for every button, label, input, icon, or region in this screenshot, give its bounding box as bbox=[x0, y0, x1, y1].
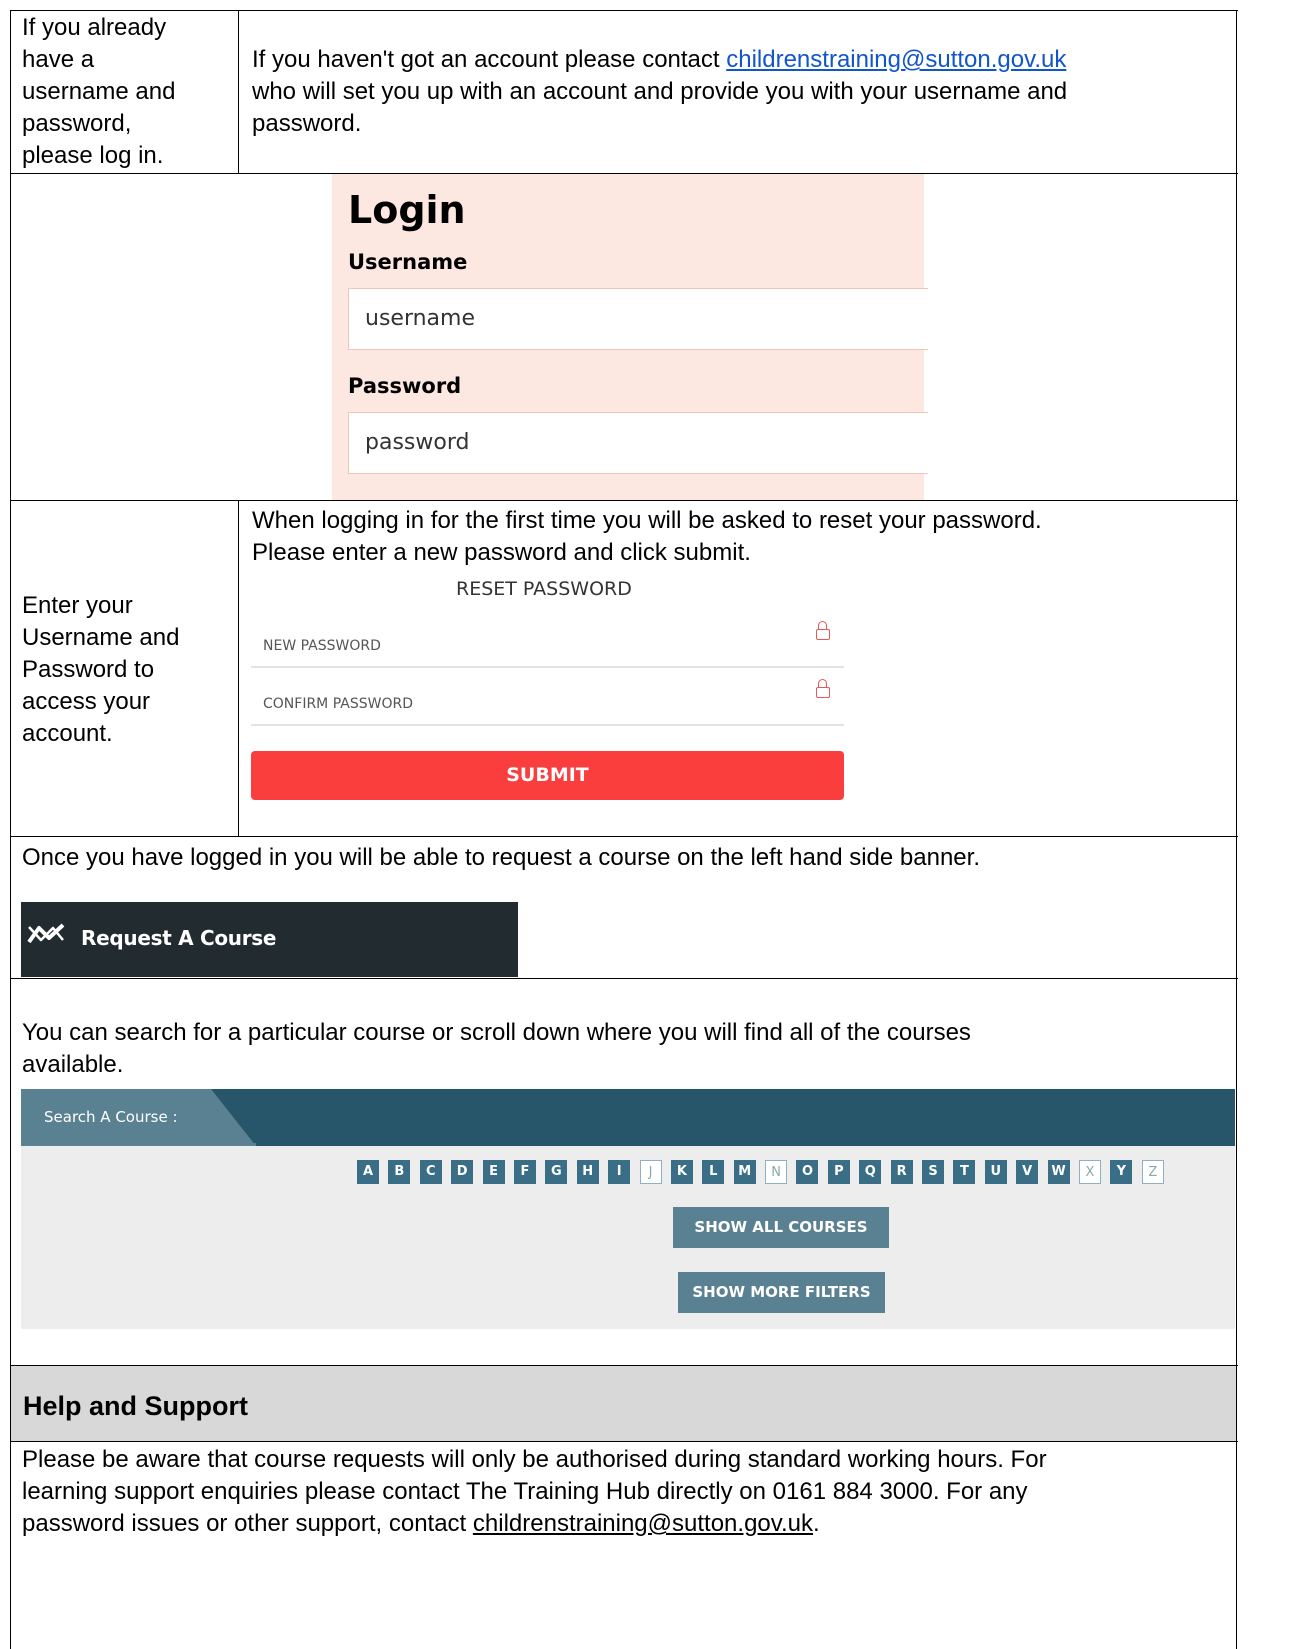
search-course-bar: Search A Course : bbox=[21, 1089, 1235, 1146]
lock-icon bbox=[816, 621, 830, 640]
confirm-password-placeholder: CONFIRM PASSWORD bbox=[263, 696, 413, 712]
reset-password-title: RESET PASSWORD bbox=[456, 578, 632, 600]
letter-filter-a[interactable]: A bbox=[357, 1160, 379, 1184]
row-divider bbox=[10, 500, 1238, 501]
contact-prefix: If you haven't got an account please con… bbox=[252, 46, 727, 73]
confirm-password-field[interactable]: CONFIRM PASSWORD bbox=[251, 668, 844, 726]
help-heading-band: Help and Support bbox=[11, 1366, 1236, 1441]
new-password-placeholder: NEW PASSWORD bbox=[263, 638, 381, 654]
letter-filter-e[interactable]: E bbox=[482, 1160, 505, 1184]
text-line: When logging in for the first time you w… bbox=[252, 507, 1042, 534]
search-course-tab[interactable]: Search A Course : bbox=[44, 1108, 178, 1126]
text-line: Please enter a new password and click su… bbox=[252, 539, 751, 566]
letter-filter-k[interactable]: K bbox=[670, 1160, 693, 1184]
text-line: username and bbox=[22, 78, 176, 105]
text-line: have a bbox=[22, 46, 95, 73]
letter-filter-n[interactable]: N bbox=[765, 1160, 788, 1184]
login-instruction-text: If you already have a username and passw… bbox=[22, 12, 175, 172]
enter-credentials-text: Enter your Username and Password to acce… bbox=[22, 590, 179, 750]
column-divider bbox=[238, 500, 239, 836]
password-label: Password bbox=[348, 374, 462, 398]
letter-filter-h[interactable]: H bbox=[576, 1160, 599, 1184]
letter-filter-x[interactable]: X bbox=[1078, 1160, 1101, 1184]
search-course-instruction: You can search for a particular course o… bbox=[22, 1017, 971, 1081]
text-line: who will set you up with an account and … bbox=[252, 78, 1068, 105]
text-line: You can search for a particular course o… bbox=[22, 1019, 971, 1046]
text-line: access your bbox=[22, 688, 151, 715]
login-title: Login bbox=[348, 188, 466, 232]
request-course-banner[interactable]: Request A Course bbox=[21, 902, 518, 977]
letter-filter-m[interactable]: M bbox=[733, 1160, 756, 1184]
lock-icon bbox=[816, 679, 830, 698]
row-divider bbox=[10, 836, 1238, 837]
letter-filter-r[interactable]: R bbox=[890, 1160, 913, 1184]
row-divider bbox=[10, 978, 1238, 979]
letter-filter-f[interactable]: F bbox=[513, 1160, 536, 1184]
column-divider bbox=[238, 10, 239, 173]
text-line: please log in. bbox=[22, 142, 164, 169]
letter-filter-z[interactable]: Z bbox=[1141, 1160, 1164, 1184]
email-link[interactable]: childrenstraining@sutton.gov.uk bbox=[726, 46, 1066, 73]
text-line: If you haven't got an account please con… bbox=[252, 44, 1067, 76]
text-line: Enter your bbox=[22, 592, 133, 619]
text-line: available. bbox=[22, 1051, 124, 1078]
letter-filter-d[interactable]: D bbox=[451, 1160, 474, 1184]
text-line: password, bbox=[22, 110, 132, 137]
text-line: Password to bbox=[22, 656, 155, 683]
letter-filter-s[interactable]: S bbox=[922, 1160, 945, 1184]
text-line: learning support enquiries please contac… bbox=[22, 1478, 1028, 1505]
letter-filter-j[interactable]: J bbox=[639, 1160, 662, 1184]
search-course-panel: ABCDEFGHIJKLMNOPQRSTUVWXYZ SHOW ALL COUR… bbox=[21, 1146, 1235, 1329]
help-email-link[interactable]: childrenstraining@sutton.gov.uk bbox=[473, 1510, 813, 1537]
request-course-instruction: Once you have logged in you will be able… bbox=[22, 844, 980, 871]
password-input[interactable]: password bbox=[348, 412, 928, 474]
alphabet-filter: ABCDEFGHIJKLMNOPQRSTUVWXYZ bbox=[357, 1160, 1173, 1184]
letter-filter-l[interactable]: L bbox=[702, 1160, 725, 1184]
account-contact-text: If you haven't got an account please con… bbox=[252, 44, 1067, 140]
letter-filter-c[interactable]: C bbox=[419, 1160, 442, 1184]
help-heading: Help and Support bbox=[23, 1391, 248, 1421]
letter-filter-g[interactable]: G bbox=[545, 1160, 568, 1184]
help-text: Please be aware that course requests wil… bbox=[22, 1444, 1047, 1540]
text-line: password issues or other support, contac… bbox=[22, 1508, 1047, 1540]
letter-filter-t[interactable]: T bbox=[953, 1160, 976, 1184]
letter-filter-y[interactable]: Y bbox=[1110, 1160, 1133, 1184]
help-suffix: . bbox=[813, 1510, 820, 1537]
letter-filter-v[interactable]: V bbox=[1016, 1160, 1039, 1184]
letter-filter-o[interactable]: O bbox=[796, 1160, 819, 1184]
login-panel: Login Username username Password passwor… bbox=[332, 174, 928, 500]
show-more-filters-button[interactable]: SHOW MORE FILTERS bbox=[678, 1272, 885, 1313]
text-line: If you already bbox=[22, 14, 167, 41]
show-all-courses-button[interactable]: SHOW ALL COURSES bbox=[673, 1207, 889, 1248]
help-prefix: password issues or other support, contac… bbox=[22, 1510, 473, 1537]
letter-filter-u[interactable]: U bbox=[984, 1160, 1007, 1184]
submit-button[interactable]: SUBMIT bbox=[251, 751, 844, 800]
request-course-label: Request A Course bbox=[81, 926, 277, 950]
text-line: account. bbox=[22, 720, 113, 747]
text-line: Username and bbox=[22, 624, 180, 651]
letter-filter-q[interactable]: Q bbox=[859, 1160, 882, 1184]
letter-filter-i[interactable]: I bbox=[608, 1160, 631, 1184]
letter-filter-w[interactable]: W bbox=[1047, 1160, 1070, 1184]
row-divider bbox=[10, 10, 1238, 11]
request-course-icon bbox=[27, 923, 65, 944]
username-label: Username bbox=[348, 250, 468, 274]
letter-filter-b[interactable]: B bbox=[388, 1160, 411, 1184]
reset-intro-text: When logging in for the first time you w… bbox=[252, 505, 1042, 569]
new-password-field[interactable]: NEW PASSWORD bbox=[251, 610, 844, 668]
username-input[interactable]: username bbox=[348, 288, 928, 350]
row-divider bbox=[10, 1441, 1238, 1442]
table-border-right bbox=[1236, 10, 1237, 1649]
text-line: Please be aware that course requests wil… bbox=[22, 1446, 1047, 1473]
letter-filter-p[interactable]: P bbox=[827, 1160, 850, 1184]
text-line: password. bbox=[252, 110, 362, 137]
